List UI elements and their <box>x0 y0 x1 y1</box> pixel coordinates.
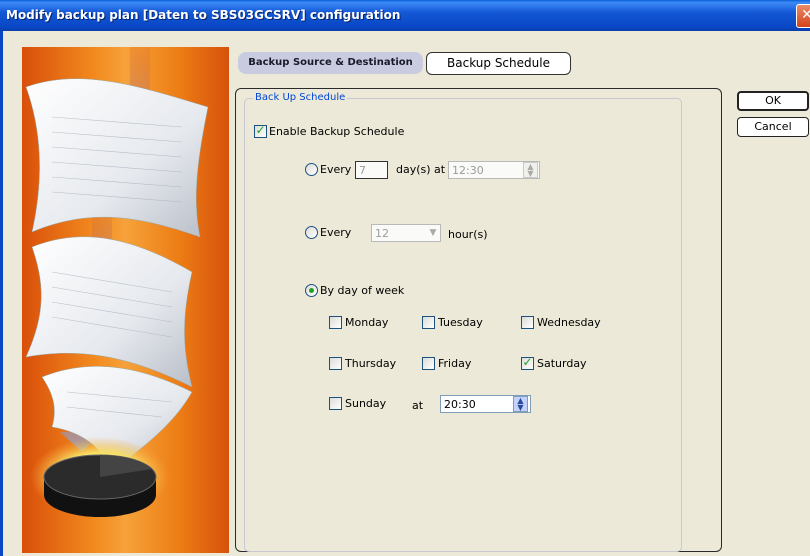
sunday-label: Sunday <box>345 397 387 410</box>
dialog-window: Modify backup plan [Daten to SBS03GCSRV]… <box>0 0 810 556</box>
sunday-checkbox[interactable] <box>329 397 342 410</box>
every-days-radio[interactable] <box>305 163 318 176</box>
tab-backup-source-destination[interactable]: Backup Source & Destination <box>238 52 423 74</box>
backup-illustration <box>25 47 209 517</box>
cancel-button[interactable]: Cancel <box>737 117 809 137</box>
window-title: Modify backup plan [Daten to SBS03GCSRV]… <box>6 8 401 22</box>
groupbox-title: Back Up Schedule <box>253 92 348 103</box>
enable-schedule-label: Enable Backup Schedule <box>269 125 405 138</box>
spinner-arrows-icon: ▲ ▼ <box>517 396 524 412</box>
days-unit-label: day(s) at <box>396 163 446 176</box>
monday-checkbox[interactable] <box>329 316 342 329</box>
every-days-label: Every <box>320 163 352 176</box>
thursday-label: Thursday <box>345 357 397 370</box>
checkmark-icon: ✓ <box>522 355 533 369</box>
by-day-of-week-label: By day of week <box>320 284 405 297</box>
tuesday-checkbox[interactable] <box>422 316 435 329</box>
page-shape <box>25 236 193 388</box>
friday-checkbox[interactable] <box>422 357 435 370</box>
close-button[interactable]: ✕ <box>796 4 810 28</box>
radio-selected-icon <box>309 288 314 293</box>
spinner-arrows-icon: ▲ ▼ <box>527 162 534 178</box>
thursday-checkbox[interactable] <box>329 357 342 370</box>
backup-banner-image <box>22 47 229 553</box>
every-hours-radio[interactable] <box>305 226 318 239</box>
saturday-checkbox[interactable]: ✓ <box>521 355 534 370</box>
chevron-down-icon[interactable]: ▼ <box>426 225 440 241</box>
days-input[interactable]: 7 <box>355 161 388 179</box>
at-label: at <box>412 399 424 412</box>
close-icon: ✕ <box>801 7 810 23</box>
wednesday-label: Wednesday <box>537 316 601 329</box>
hours-unit-label: hour(s) <box>448 228 488 241</box>
days-time-spinner[interactable]: ▲ ▼ <box>523 162 538 178</box>
saturday-label: Saturday <box>537 357 587 370</box>
by-day-of-week-radio[interactable] <box>305 284 318 297</box>
weekly-time-spinner[interactable]: ▲ ▼ <box>513 396 528 412</box>
wednesday-checkbox[interactable] <box>521 316 534 329</box>
window-border <box>0 31 3 556</box>
friday-label: Friday <box>438 357 472 370</box>
checkmark-icon: ✓ <box>255 123 266 137</box>
title-bar[interactable]: Modify backup plan [Daten to SBS03GCSRV]… <box>0 0 810 31</box>
monday-label: Monday <box>345 316 389 329</box>
tab-backup-schedule[interactable]: Backup Schedule <box>426 52 571 75</box>
ok-button[interactable]: OK <box>737 91 809 111</box>
enable-schedule-checkbox[interactable]: ✓ <box>254 123 267 138</box>
every-hours-label: Every <box>320 226 352 239</box>
tuesday-label: Tuesday <box>438 316 483 329</box>
page-shape <box>25 78 209 238</box>
